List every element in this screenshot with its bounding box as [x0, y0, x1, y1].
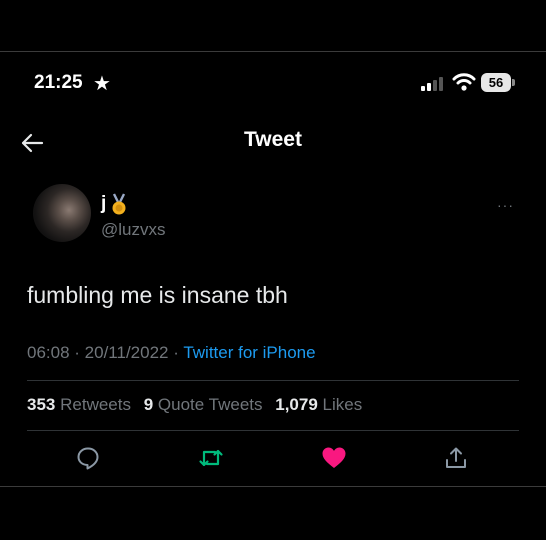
reply-icon[interactable] — [75, 445, 101, 471]
more-options-icon[interactable]: ··· — [497, 197, 514, 213]
retweet-icon[interactable] — [198, 445, 224, 471]
tweet-text: fumbling me is insane tbh — [27, 282, 288, 308]
page-title: Tweet — [244, 128, 302, 151]
separator-dot: · — [173, 343, 184, 362]
status-bar: 21:25 ★ 56 — [0, 62, 546, 102]
likes-stat[interactable]: 1,079 Likes — [275, 395, 362, 414]
separator-dot: · — [74, 343, 85, 362]
tweet-stats: 353 Retweets 9 Quote Tweets 1,079 Likes — [27, 395, 370, 415]
wifi-icon — [452, 73, 476, 91]
share-icon[interactable] — [443, 445, 469, 471]
display-name[interactable]: j — [101, 193, 106, 215]
username[interactable]: @luzvxs — [101, 220, 166, 240]
bottom-divider — [0, 486, 546, 487]
quote-tweets-stat[interactable]: 9 Quote Tweets — [144, 395, 263, 414]
retweets-stat[interactable]: 353 Retweets — [27, 395, 131, 414]
tweet-date: 20/11/2022 — [84, 343, 169, 362]
avatar[interactable] — [33, 184, 91, 242]
tweet-meta: 06:08 · 20/11/2022 · Twitter for iPhone — [27, 343, 316, 363]
medal-icon — [112, 193, 126, 215]
battery-icon: 56 — [481, 73, 515, 92]
top-divider — [0, 51, 546, 52]
nav-bar: Tweet — [0, 112, 546, 170]
status-time: 21:25 — [34, 72, 83, 93]
tweet-source-link[interactable]: Twitter for iPhone — [183, 343, 315, 362]
battery-level: 56 — [481, 73, 511, 92]
signal-icon — [421, 77, 447, 91]
like-icon[interactable] — [321, 445, 347, 471]
divider — [27, 430, 519, 431]
tweet-time: 06:08 — [27, 343, 70, 362]
divider — [27, 380, 519, 381]
star-icon: ★ — [93, 73, 111, 95]
